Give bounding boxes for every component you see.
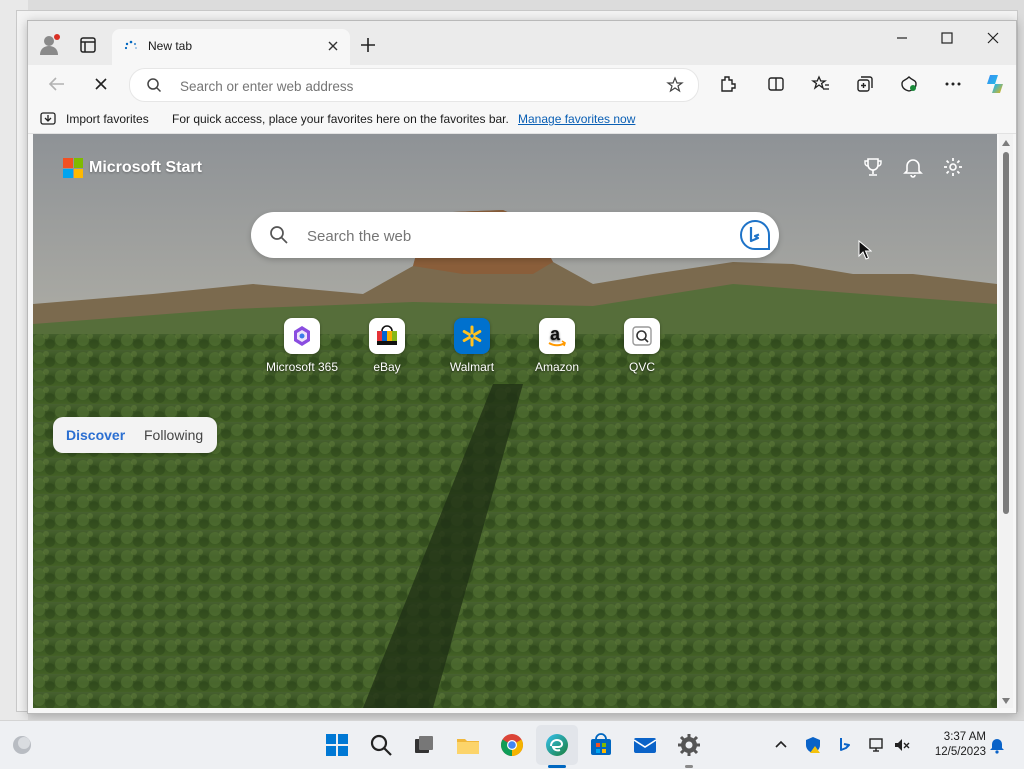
- tab-new-tab[interactable]: New tab: [112, 29, 350, 65]
- collections-icon[interactable]: [855, 74, 875, 94]
- address-input[interactable]: [178, 75, 642, 97]
- settings-gear-icon[interactable]: [942, 156, 964, 178]
- search-icon: [270, 226, 288, 244]
- microsoft-365-icon: [284, 318, 320, 354]
- volume-muted-icon[interactable]: [893, 736, 911, 754]
- browser-essentials-icon[interactable]: [899, 74, 919, 94]
- tab-following[interactable]: Following: [144, 427, 203, 443]
- stop-loading-icon[interactable]: [90, 73, 112, 95]
- copilot-icon[interactable]: [983, 72, 1007, 96]
- search-icon[interactable]: [368, 732, 394, 758]
- settings-gear-icon[interactable]: [676, 732, 702, 758]
- clock-time: 3:37 AM: [943, 731, 986, 743]
- mail-icon[interactable]: [632, 732, 658, 758]
- new-tab-plus-icon[interactable]: [358, 35, 378, 55]
- brand-label: Microsoft Start: [89, 159, 202, 176]
- svg-text:a: a: [550, 324, 561, 344]
- quick-link-label: Amazon: [534, 360, 580, 374]
- bing-chat-icon[interactable]: [739, 219, 771, 251]
- notifications-bell-icon[interactable]: [902, 156, 924, 178]
- quick-link-ebay[interactable]: eBay: [342, 318, 432, 374]
- quick-link-label: eBay: [373, 360, 401, 374]
- tab-discover[interactable]: Discover: [66, 427, 125, 443]
- amazon-icon: a: [539, 318, 575, 354]
- task-view-icon[interactable]: [411, 732, 437, 758]
- search-icon: [147, 78, 162, 93]
- import-icon: [40, 112, 56, 125]
- close-window-icon[interactable]: [984, 29, 1002, 47]
- chrome-icon[interactable]: [499, 732, 525, 758]
- taskbar-clock[interactable]: 3:37 AM 12/5/2023: [918, 730, 986, 760]
- tab-bar: New tab: [28, 21, 1016, 65]
- start-windows-icon[interactable]: [324, 732, 350, 758]
- bing-tray-icon[interactable]: [836, 736, 854, 754]
- web-search-box[interactable]: [251, 212, 779, 258]
- taskbar: 3:37 AM 12/5/2023: [0, 720, 1024, 769]
- quick-link-amazon[interactable]: a Amazon: [512, 318, 602, 374]
- browser-window: New tab Import favorites For quick acces…: [27, 20, 1017, 714]
- quick-link-walmart[interactable]: Walmart: [427, 318, 517, 374]
- favorites-icon[interactable]: [811, 74, 831, 94]
- minimize-icon[interactable]: [893, 29, 911, 47]
- quick-link-label: QVC: [628, 360, 655, 374]
- qvc-icon: [624, 318, 660, 354]
- tab-actions-icon[interactable]: [78, 35, 100, 55]
- quick-link-qvc[interactable]: QVC: [597, 318, 687, 374]
- manage-favorites-link[interactable]: Manage favorites now: [518, 112, 635, 126]
- scroll-down-arrow-icon[interactable]: [1002, 698, 1010, 704]
- tab-title: New tab: [148, 39, 193, 53]
- rewards-trophy-icon[interactable]: [862, 156, 884, 178]
- maximize-icon[interactable]: [938, 29, 956, 47]
- quick-link-label: Walmart: [449, 360, 495, 374]
- extensions-icon[interactable]: [718, 74, 738, 94]
- address-bar[interactable]: [129, 68, 699, 102]
- microsoft-start-brand[interactable]: Microsoft Start: [63, 158, 202, 178]
- scroll-up-arrow-icon[interactable]: [1002, 140, 1010, 146]
- import-favorites-label: Import favorites: [66, 112, 149, 126]
- add-favorite-star-icon[interactable]: [666, 76, 684, 94]
- widgets-weather-icon[interactable]: [10, 733, 34, 757]
- ebay-icon: [369, 318, 405, 354]
- file-explorer-icon[interactable]: [455, 732, 481, 758]
- clock-date: 12/5/2023: [934, 746, 986, 758]
- mouse-cursor-icon: [858, 240, 872, 260]
- page-scrollbar[interactable]: [999, 134, 1013, 708]
- microsoft-logo-icon: [63, 158, 83, 178]
- quick-link-microsoft-365[interactable]: Microsoft 365: [257, 318, 347, 374]
- more-options-icon[interactable]: [943, 74, 963, 94]
- windows-security-icon[interactable]: [804, 736, 822, 754]
- edge-browser-icon[interactable]: [544, 732, 570, 758]
- profile-button[interactable]: [38, 33, 62, 57]
- microsoft-store-icon[interactable]: [588, 732, 614, 758]
- new-tab-page: Microsoft Start Microsoft 365 eBay: [33, 134, 997, 708]
- import-favorites-button[interactable]: Import favorites: [40, 110, 149, 128]
- back-arrow-icon[interactable]: [46, 73, 68, 95]
- close-tab-icon[interactable]: [326, 39, 340, 53]
- loading-spinner-icon: [124, 40, 137, 50]
- feed-tabs: Discover Following: [53, 417, 217, 453]
- favorites-bar: Import favorites For quick access, place…: [28, 105, 1016, 134]
- split-screen-icon[interactable]: [766, 74, 786, 94]
- notifications-bell-icon[interactable]: [988, 736, 1006, 754]
- show-hidden-icons-chevron-icon[interactable]: [772, 736, 790, 754]
- navigation-bar: [28, 65, 1016, 105]
- quick-link-label: Microsoft 365: [265, 360, 339, 374]
- walmart-icon: [454, 318, 490, 354]
- web-search-input[interactable]: [305, 224, 709, 248]
- network-icon[interactable]: [868, 736, 886, 754]
- scrollbar-thumb[interactable]: [1003, 152, 1009, 514]
- favorites-bar-message: For quick access, place your favorites h…: [172, 112, 509, 126]
